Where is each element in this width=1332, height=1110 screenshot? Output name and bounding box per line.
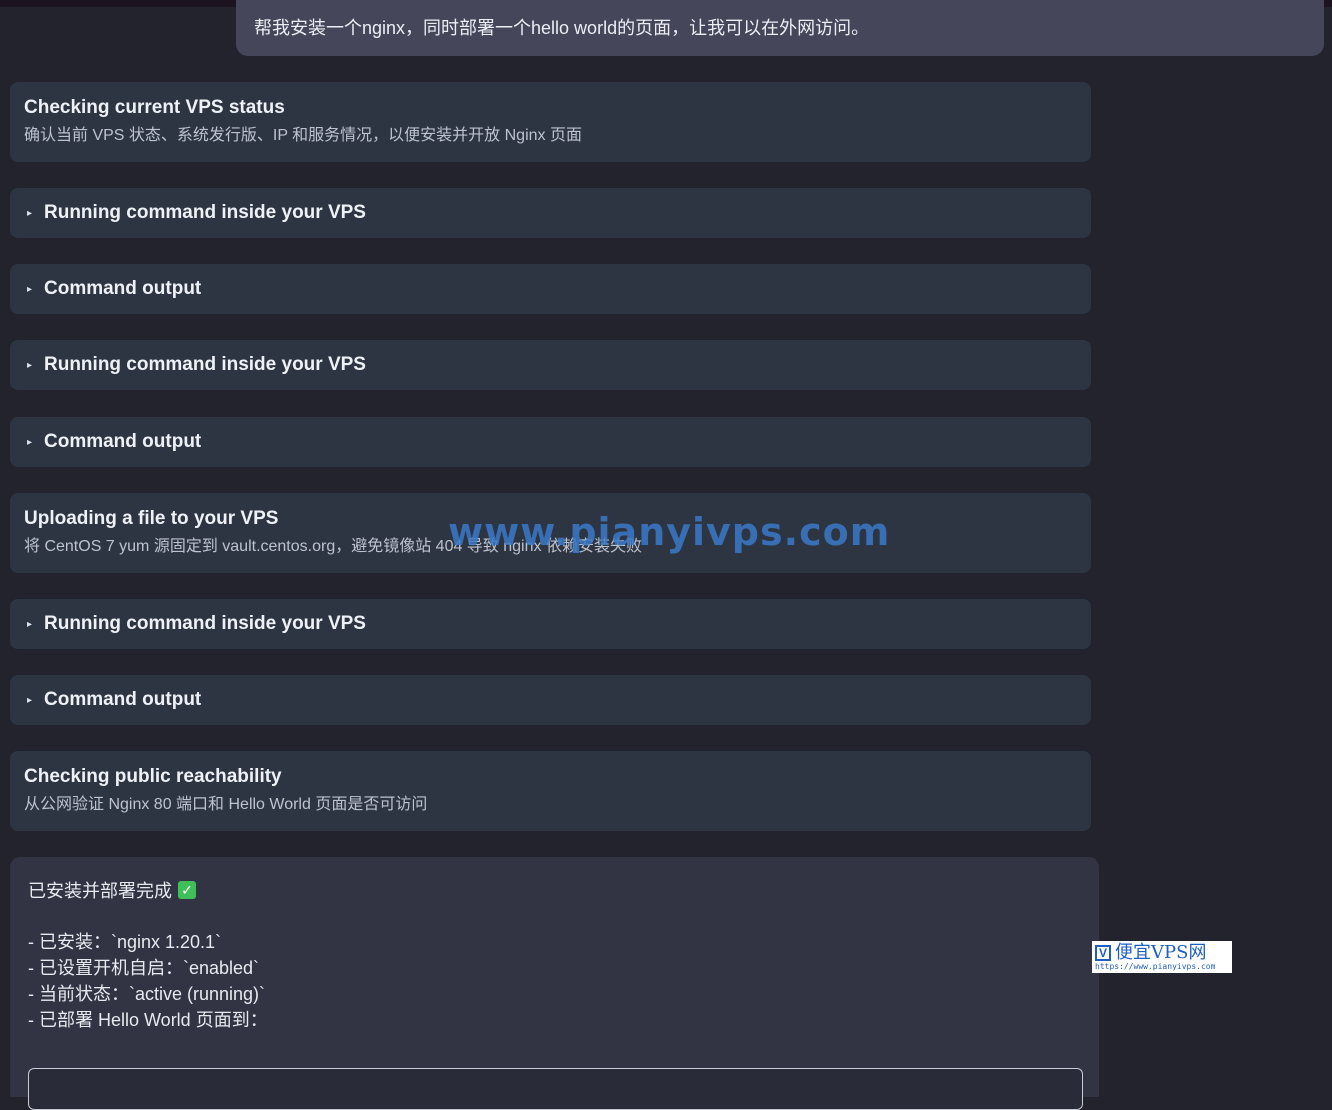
- caret-right-icon: ▸: [27, 359, 33, 371]
- step-uploading-file: Uploading a file to your VPS 将 CentOS 7 …: [10, 493, 1091, 573]
- command-output-toggle[interactable]: ▸ Command output: [10, 417, 1091, 467]
- summary-heading: 已安装并部署完成 ✓: [28, 877, 1081, 903]
- logo-name: 便宜VPS网: [1115, 941, 1207, 963]
- caret-right-icon: ▸: [27, 436, 33, 448]
- check-mark-icon: ✓: [178, 881, 196, 899]
- toggle-label: Running command inside your VPS: [44, 202, 366, 223]
- step-subtitle: 将 CentOS 7 yum 源固定到 vault.centos.org，避免镜…: [24, 538, 642, 555]
- step-title: Checking public reachability: [24, 766, 282, 787]
- site-logo: V 便宜VPS网 https://www.pianyivps.com: [1092, 941, 1232, 973]
- toggle-label: Command output: [44, 689, 202, 710]
- toggle-label: Running command inside your VPS: [44, 613, 366, 634]
- step-checking-vps-status: Checking current VPS status 确认当前 VPS 状态、…: [10, 82, 1091, 162]
- assistant-summary: 已安装并部署完成 ✓ - 已安装：`nginx 1.20.1` - 已设置开机自…: [10, 857, 1099, 1110]
- user-message: 帮我安装一个nginx，同时部署一个hello world的页面，让我可以在外网…: [236, 0, 1324, 56]
- step-title: Uploading a file to your VPS: [24, 508, 279, 529]
- summary-line: - 已设置开机自启：`enabled`: [28, 958, 260, 978]
- caret-right-icon: ▸: [27, 618, 33, 630]
- running-command-toggle[interactable]: ▸ Running command inside your VPS: [10, 340, 1091, 390]
- summary-line: - 已部署 Hello World 页面到：: [28, 1010, 268, 1030]
- step-title: Checking current VPS status: [24, 97, 285, 118]
- caret-right-icon: ▸: [27, 207, 33, 219]
- summary-line: - 当前状态：`active (running)`: [28, 984, 266, 1004]
- step-checking-reachability: Checking public reachability 从公网验证 Nginx…: [10, 751, 1091, 831]
- logo-url: https://www.pianyivps.com: [1095, 961, 1216, 971]
- v-logo-icon: V: [1095, 944, 1111, 961]
- caret-right-icon: ▸: [27, 283, 33, 295]
- code-block[interactable]: [28, 1068, 1083, 1110]
- running-command-toggle[interactable]: ▸ Running command inside your VPS: [10, 188, 1091, 238]
- command-output-toggle[interactable]: ▸ Command output: [10, 675, 1091, 725]
- summary-line: - 已安装：`nginx 1.20.1`: [28, 932, 222, 952]
- step-subtitle: 确认当前 VPS 状态、系统发行版、IP 和服务情况，以便安装并开放 Nginx…: [24, 127, 582, 144]
- toggle-label: Command output: [44, 278, 202, 299]
- running-command-toggle[interactable]: ▸ Running command inside your VPS: [10, 599, 1091, 649]
- toggle-label: Command output: [44, 431, 202, 452]
- command-output-toggle[interactable]: ▸ Command output: [10, 264, 1091, 314]
- caret-right-icon: ▸: [27, 694, 33, 706]
- step-subtitle: 从公网验证 Nginx 80 端口和 Hello World 页面是否可访问: [24, 796, 428, 813]
- summary-heading-text: 已安装并部署完成: [28, 881, 172, 901]
- toggle-label: Running command inside your VPS: [44, 354, 366, 375]
